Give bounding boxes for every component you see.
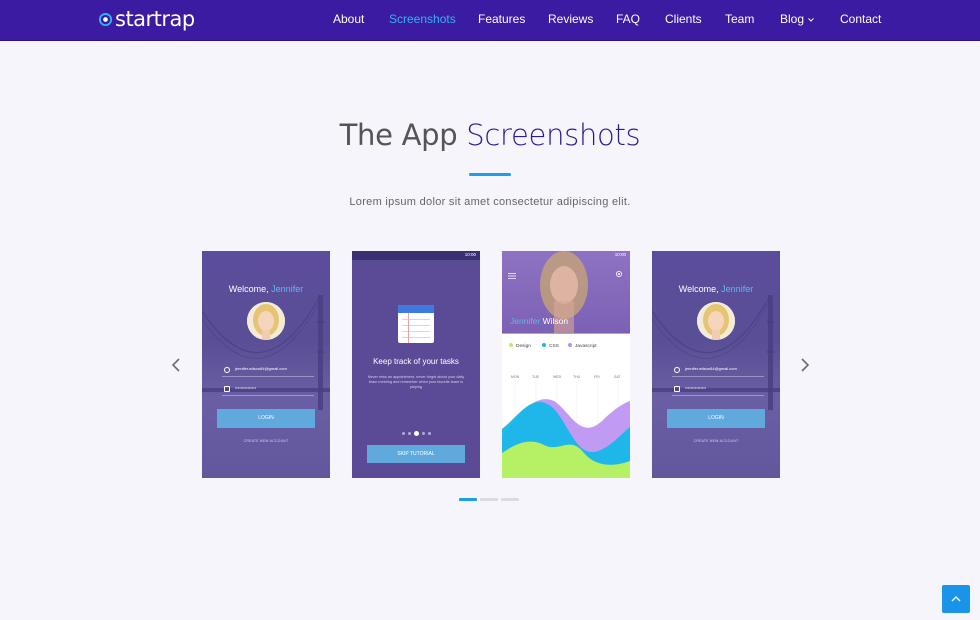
screenshot-profile[interactable]: 10:00 Jennifer Wilson Design CSS Javascr…	[502, 251, 630, 478]
logo-icon	[98, 12, 113, 26]
login-welcome: Welcome, Jennifer	[202, 284, 330, 294]
carousel-dot[interactable]	[480, 498, 498, 501]
section-subtitle: Lorem ipsum dolor sit amet consectetur a…	[349, 196, 631, 208]
user-icon	[224, 367, 230, 373]
login-button[interactable]: LOGIN	[217, 409, 315, 428]
user-icon	[674, 367, 680, 373]
title-underline	[469, 173, 511, 176]
notebook-icon	[398, 305, 434, 343]
skills-chart	[502, 381, 630, 478]
nav-faq[interactable]: FAQ	[616, 12, 640, 26]
skip-tutorial-button[interactable]: SKIP TUTORIAL	[367, 445, 465, 463]
password-field[interactable]: •••••••••••••••	[672, 384, 764, 396]
day-label: THU	[573, 375, 581, 379]
day-label: MON	[511, 375, 520, 379]
pager-dot-active[interactable]	[414, 431, 419, 436]
logo[interactable]: startrap	[98, 8, 195, 30]
nav-clients[interactable]: Clients	[665, 12, 702, 26]
nav-reviews[interactable]: Reviews	[548, 12, 593, 26]
avatar	[247, 302, 285, 340]
lock-icon	[674, 386, 680, 392]
password-value: •••••••••••••••	[235, 385, 257, 390]
password-field[interactable]: •••••••••••••••	[222, 384, 314, 396]
section-title: The App Screenshots	[0, 118, 980, 152]
nav-about[interactable]: About	[333, 12, 364, 26]
pager-dot[interactable]	[428, 432, 431, 435]
create-account-link[interactable]: CREATE NEW ACCOUNT	[202, 439, 330, 443]
pager-dot[interactable]	[422, 432, 425, 435]
tutorial-title: Keep track of your tasks	[373, 357, 459, 366]
carousel-next-button[interactable]	[798, 357, 812, 373]
day-label: WED	[553, 375, 562, 379]
nav-blog-label: Blog	[780, 12, 805, 26]
legend-javascript: Javascript	[568, 343, 597, 349]
welcome-text: Welcome,	[678, 284, 719, 294]
welcome-name: Jennifer	[271, 284, 304, 294]
welcome-text: Welcome,	[228, 284, 269, 294]
chevron-up-icon	[951, 596, 961, 602]
day-label: SAT	[614, 375, 621, 379]
carousel-dot-active[interactable]	[459, 498, 477, 501]
settings-icon[interactable]	[615, 265, 623, 283]
tutorial-pager	[402, 430, 432, 436]
status-time: 10:00	[464, 252, 476, 257]
nav-screenshots[interactable]: Screenshots	[389, 12, 456, 26]
chart-legend: Design CSS Javascript	[509, 343, 627, 351]
day-label: TUE	[532, 375, 539, 379]
email-value: jennifer.wilson84@gmail.com	[685, 366, 737, 371]
status-time: 10:00	[614, 252, 626, 257]
legend-javascript-label: Javascript	[575, 344, 597, 349]
pager-dot[interactable]	[402, 432, 405, 435]
navbar: startrap About Screenshots Features Revi…	[0, 0, 980, 40]
legend-css-label: CSS	[549, 344, 559, 349]
carousel-prev-button[interactable]	[169, 357, 183, 373]
carousel-pagination	[459, 498, 519, 502]
back-to-top-button[interactable]	[942, 585, 970, 613]
brand-name: startrap	[115, 7, 195, 31]
legend-design-label: Design	[516, 344, 531, 349]
chevron-down-icon	[808, 18, 814, 22]
status-bar: 10:00	[352, 251, 480, 260]
password-value: •••••••••••••••	[685, 385, 707, 390]
chevron-left-icon	[171, 358, 180, 372]
legend-design: Design	[509, 343, 531, 349]
section-title-strong: Screenshots	[466, 118, 641, 152]
section-title-light: The App	[339, 118, 458, 152]
email-field[interactable]: jennifer.wilson84@gmail.com	[222, 365, 314, 377]
screenshot-tutorial[interactable]: 10:00 Keep track of your tasks Never mis…	[352, 251, 480, 478]
profile-first-name: Jennifer	[510, 316, 541, 326]
nav-contact[interactable]: Contact	[840, 12, 881, 26]
avatar	[697, 302, 735, 340]
menu-icon[interactable]	[508, 266, 516, 284]
nav-features[interactable]: Features	[478, 12, 525, 26]
avatar-photo	[697, 302, 735, 340]
email-value: jennifer.wilson84@gmail.com	[235, 366, 287, 371]
profile-last-name: Wilson	[542, 316, 569, 326]
login-button[interactable]: LOGIN	[667, 409, 765, 428]
tutorial-text: Never miss an appointment, never forget …	[367, 375, 465, 389]
chevron-right-icon	[801, 358, 810, 372]
create-account-link[interactable]: CREATE NEW ACCOUNT	[652, 439, 780, 443]
email-field[interactable]: jennifer.wilson84@gmail.com	[672, 365, 764, 377]
pager-dot[interactable]	[408, 432, 411, 435]
lock-icon	[224, 386, 230, 392]
day-label: FRI	[594, 375, 600, 379]
nav-blog[interactable]: Blog	[780, 12, 814, 26]
nav-team[interactable]: Team	[725, 12, 754, 26]
status-bar: 10:00	[502, 251, 630, 260]
screenshot-login-2[interactable]: Welcome, Jennifer jennifer.wilson84@gmai…	[652, 251, 780, 478]
login-welcome: Welcome, Jennifer	[652, 284, 780, 294]
avatar-photo	[247, 302, 285, 340]
welcome-name: Jennifer	[721, 284, 754, 294]
screenshot-login[interactable]: Welcome, Jennifer jennifer.wilson84@gmai…	[202, 251, 330, 478]
carousel-dot[interactable]	[501, 498, 519, 501]
profile-header: 10:00 Jennifer Wilson	[502, 251, 630, 334]
profile-name: Jennifer Wilson	[510, 316, 568, 326]
legend-css: CSS	[542, 343, 559, 349]
